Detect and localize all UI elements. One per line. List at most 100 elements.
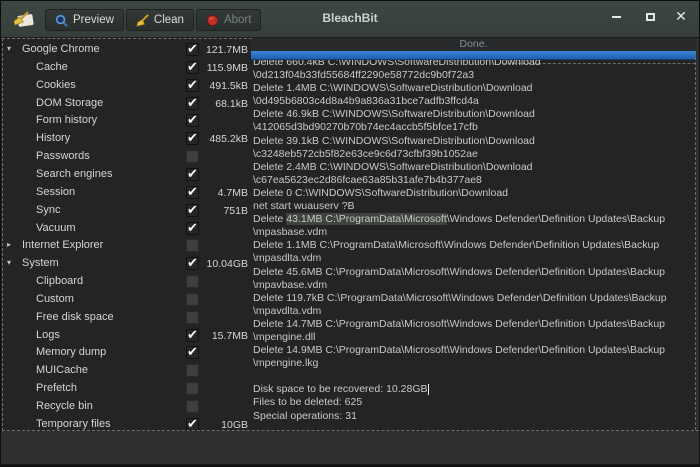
abort-circle-icon	[206, 14, 219, 27]
abort-button-label: Abort	[224, 14, 252, 26]
tree-item-custom[interactable]: Custom	[1, 291, 251, 309]
checkbox[interactable]: ✔	[186, 79, 199, 92]
checkbox[interactable]: ✔	[186, 61, 199, 74]
expander-right-icon[interactable]: ▸	[7, 240, 11, 249]
content-area: ▾Google Chrome✔121.7MBCache✔115.9MBCooki…	[1, 38, 700, 431]
tree-item-label: Recycle bin	[36, 400, 93, 412]
size-value: 751B	[223, 205, 248, 217]
tree-item-label: System	[22, 257, 59, 269]
clean-button-label: Clean	[154, 14, 184, 26]
log-line: \mpengine.dll	[253, 331, 694, 344]
checkbox[interactable]: ✔	[186, 418, 199, 431]
tree-item-passwords[interactable]: Passwords	[1, 148, 251, 166]
log-line: \mpasdlta.vdm	[253, 252, 694, 265]
tree-item-search-engines[interactable]: Search engines ✔	[1, 166, 251, 184]
tree-item-history[interactable]: History✔485.2kB	[1, 130, 251, 148]
size-value: 4.7MB	[218, 187, 248, 199]
log-line: Delete 119.7kB C:\ProgramData\Microsoft\…	[253, 292, 694, 305]
preview-button-label: Preview	[73, 14, 114, 26]
tree-item-label: Clipboard	[36, 275, 83, 287]
log-line: Delete 45.6MB C:\ProgramData\Microsoft\W…	[253, 266, 694, 279]
scrollbar-track[interactable]	[696, 38, 700, 430]
tree-item-prefetch[interactable]: Prefetch	[1, 380, 251, 398]
checkbox[interactable]	[186, 400, 199, 413]
status-area	[1, 431, 700, 464]
checkbox[interactable]: ✔	[186, 132, 199, 145]
tree-item-muicache[interactable]: MUICache	[1, 362, 251, 380]
checkbox[interactable]: ✔	[186, 257, 199, 270]
checkbox[interactable]: ✔	[186, 114, 199, 127]
abort-button[interactable]: Abort	[196, 9, 262, 31]
tree-item-memory-dump[interactable]: Memory dump✔	[1, 344, 251, 362]
checkbox[interactable]	[186, 293, 199, 306]
checkbox[interactable]: ✔	[186, 329, 199, 342]
log-line: Delete 1.4MB C:\WINDOWS\SoftwareDistribu…	[253, 82, 694, 95]
expander-down-icon[interactable]: ▾	[7, 44, 11, 53]
tree-item-label: Cache	[36, 61, 68, 73]
toolbar: Preview Clean Abort	[45, 9, 261, 31]
tree-item-label: Custom	[36, 293, 74, 305]
close-icon: ✕	[675, 10, 687, 24]
maximize-button[interactable]	[639, 7, 661, 27]
log-text[interactable]: Delete 660.4kB C:\WINDOWS\SoftwareDistri…	[253, 56, 694, 423]
checkbox[interactable]: ✔	[186, 43, 199, 56]
clean-button[interactable]: Clean	[126, 9, 194, 31]
log-line: Delete 14.7MB C:\ProgramData\Microsoft\W…	[253, 318, 694, 331]
log-pane: Done. Delete 660.4kB C:\WINDOWS\Software…	[251, 38, 696, 431]
header-bar: Preview Clean Abort BleachBit ✕	[1, 1, 699, 38]
log-line: Delete 1.1MB C:\ProgramData\Microsoft\Wi…	[253, 239, 694, 252]
tree-item-free-disk-space[interactable]: Free disk space	[1, 309, 251, 327]
tree-item-label: Search engines	[36, 168, 112, 180]
expander-down-icon[interactable]: ▾	[7, 258, 11, 267]
checkbox[interactable]: ✔	[186, 168, 199, 181]
log-line: Delete 0 C:\WINDOWS\SoftwareDistribution…	[253, 187, 694, 200]
checkbox[interactable]: ✔	[186, 97, 199, 110]
maximize-icon	[646, 13, 655, 21]
checkbox[interactable]	[186, 150, 199, 163]
tree-item-logs[interactable]: Logs✔15.7MB	[1, 327, 251, 345]
tree-item-system[interactable]: ▾System✔10.04GB	[1, 255, 251, 273]
tree-item-label: MUICache	[36, 364, 88, 376]
size-value: 121.7MB	[206, 44, 248, 56]
tree-item-label: Form history	[36, 114, 97, 126]
size-value: 15.7MB	[212, 330, 248, 342]
tree-item-cache[interactable]: Cache✔115.9MB	[1, 59, 251, 77]
close-button[interactable]: ✕	[670, 7, 692, 27]
log-line: \mpasbase.vdm	[253, 226, 694, 239]
tree-item-label: Cookies	[36, 79, 76, 91]
log-line: \c3248eb572cb5f82e63ce9c6d73cfbf39b1052a…	[253, 148, 694, 161]
tree-item-session[interactable]: Session✔4.7MB	[1, 184, 251, 202]
tree-item-recycle-bin[interactable]: Recycle bin	[1, 398, 251, 416]
tree-item-dom-storage[interactable]: DOM Storage✔68.1kB	[1, 95, 251, 113]
log-line: Delete 39.1kB C:\WINDOWS\SoftwareDistrib…	[253, 135, 694, 148]
preview-button[interactable]: Preview	[45, 9, 124, 31]
magnifier-icon	[55, 14, 68, 27]
tree-item-form-history[interactable]: Form history ✔	[1, 112, 251, 130]
bleachbit-logo-icon	[11, 9, 37, 29]
tree-item-vacuum[interactable]: Vacuum✔	[1, 220, 251, 238]
tree-item-sync[interactable]: Sync ✔ 751B	[1, 202, 251, 220]
selected-text: 43.1MB C:\ProgramData\Microsoft	[286, 213, 446, 225]
progress-bar	[251, 51, 696, 60]
tree-item-label: Google Chrome	[22, 43, 100, 55]
tree-item-clipboard[interactable]: Clipboard	[1, 273, 251, 291]
tree-item-internet-explorer[interactable]: ▸Internet Explorer	[1, 237, 251, 255]
checkbox[interactable]: ✔	[186, 222, 199, 235]
checkbox[interactable]	[186, 382, 199, 395]
checkbox[interactable]	[186, 311, 199, 324]
checkbox[interactable]: ✔	[186, 186, 199, 199]
checkbox[interactable]	[186, 364, 199, 377]
minimize-button[interactable]	[605, 7, 627, 27]
progress-status: Done.	[251, 38, 696, 51]
log-line: Files to be deleted: 625	[253, 396, 694, 409]
log-line: \0d213f04b33fd55684ff2290e58772dc9b0f72a…	[253, 69, 694, 82]
checkbox[interactable]	[186, 239, 199, 252]
checkbox[interactable]: ✔	[186, 346, 199, 359]
tree-item-cookies[interactable]: Cookies✔491.5kB	[1, 77, 251, 95]
checkbox[interactable]: ✔	[186, 204, 199, 217]
checkbox[interactable]	[186, 275, 199, 288]
tree-item-google-chrome[interactable]: ▾ Google Chrome ✔ 121.7MB	[1, 41, 251, 59]
bleachbit-window: Preview Clean Abort BleachBit ✕	[0, 0, 700, 467]
tree-item-label: Sync	[36, 204, 60, 216]
tree-item-label: DOM Storage	[36, 97, 103, 109]
